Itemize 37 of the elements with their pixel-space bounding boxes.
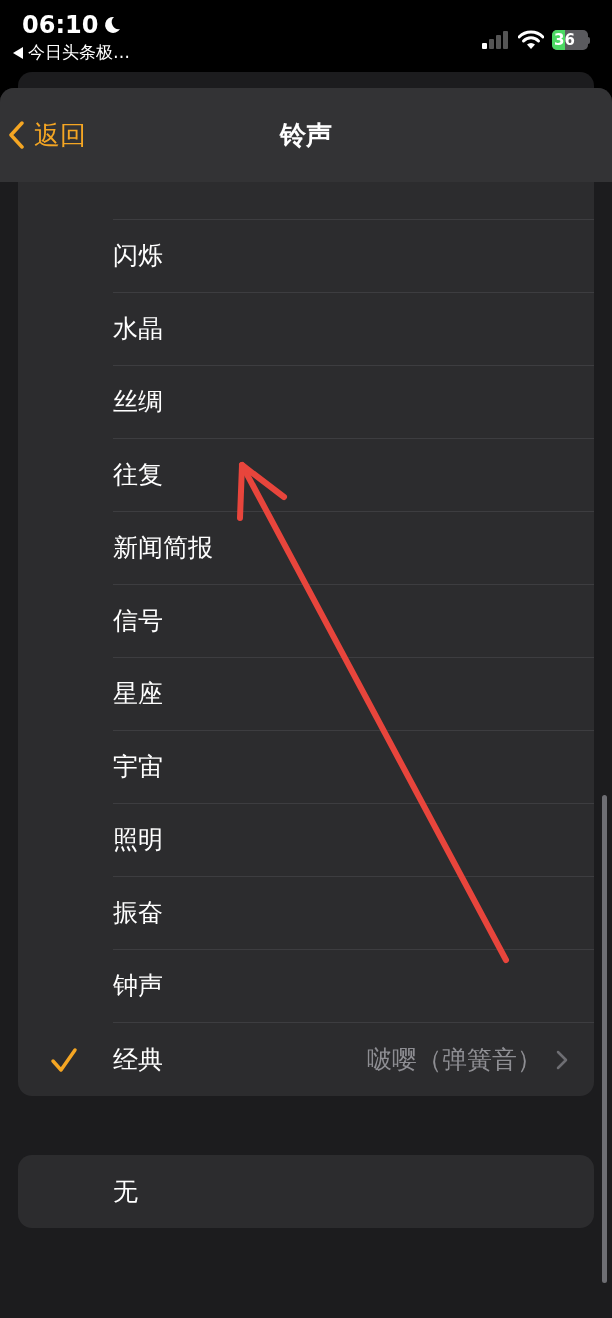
back-triangle-icon — [12, 45, 24, 60]
ringtone-row[interactable]: 照明 — [18, 804, 594, 877]
back-button[interactable]: 返回 — [0, 115, 86, 155]
ringtone-name: 信号 — [113, 605, 163, 638]
ringtone-name: 无 — [113, 1175, 138, 1208]
ringtone-detail: 啵嘤（弹簧音） — [367, 1043, 542, 1076]
ringtone-name: 闪烁 — [113, 240, 163, 273]
ringtone-row[interactable]: 星座 — [18, 658, 594, 731]
chevron-right-icon — [556, 1049, 568, 1070]
ringtone-name: 水晶 — [113, 313, 163, 346]
ringtone-name: 往复 — [113, 459, 163, 492]
wifi-icon — [518, 30, 544, 50]
ringtone-name: 钟声 — [113, 970, 163, 1003]
ringtone-name: 振奋 — [113, 897, 163, 930]
ringtone-name: 星座 — [113, 678, 163, 711]
ringtone-row[interactable]: 丝绸 — [18, 366, 594, 439]
moon-icon — [102, 15, 123, 35]
ringtone-row[interactable]: 钟声 — [18, 950, 594, 1023]
back-to-app-link[interactable]: 今日头条极… — [12, 40, 130, 66]
ringtone-name: 经典 — [113, 1043, 163, 1076]
ringtone-name: 丝绸 — [113, 386, 163, 419]
ringtone-row[interactable]: 经典 啵嘤（弹簧音） — [18, 1023, 594, 1096]
status-time: 06:10 — [22, 10, 99, 40]
ringtone-row[interactable]: 水晶 — [18, 293, 594, 366]
ringtone-name: 新闻简报 — [113, 532, 213, 565]
ringtone-name: 照明 — [113, 824, 163, 857]
ringtone-name: 宇宙 — [113, 751, 163, 784]
ringtone-row[interactable]: 振奋 — [18, 877, 594, 950]
chevron-left-icon — [8, 121, 24, 149]
ringtone-row[interactable]: 往复 — [18, 439, 594, 512]
nav-title: 铃声 — [280, 118, 332, 152]
ringtone-row[interactable]: 无 — [18, 1155, 594, 1228]
ringtone-row[interactable]: 宇宙 — [18, 731, 594, 804]
ringtone-row[interactable]: 新闻简报 — [18, 512, 594, 585]
ringtone-row[interactable]: 闪烁 — [18, 220, 594, 293]
signal-icon — [482, 31, 510, 49]
ringtone-row[interactable]: 信号 — [18, 585, 594, 658]
